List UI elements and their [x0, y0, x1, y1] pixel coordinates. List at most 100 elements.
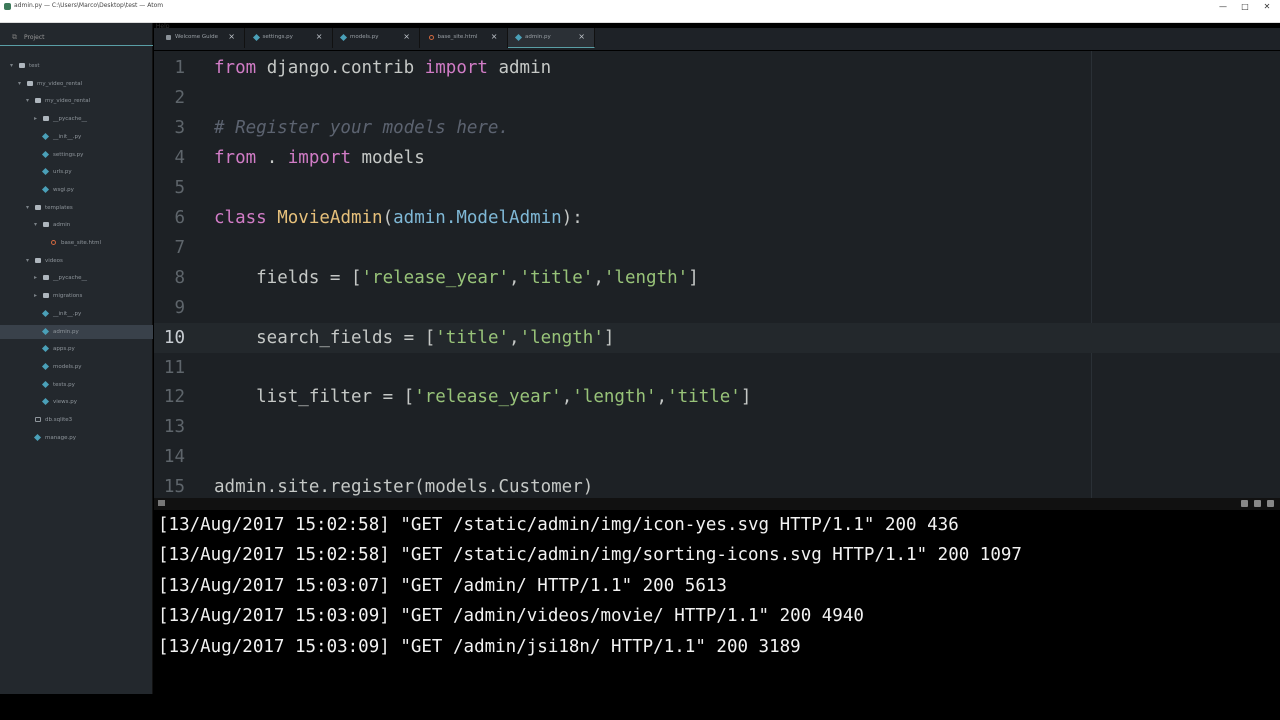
file-icon	[33, 433, 42, 441]
tree-item[interactable]: manage.py	[0, 431, 153, 445]
code-text: class MovieAdmin(admin.ModelAdmin):	[214, 208, 583, 228]
tab-label: settings.py	[262, 34, 293, 40]
tree-item[interactable]: ▾ my_video_rental	[0, 77, 153, 91]
tree-item[interactable]: ▾ templates	[0, 201, 153, 215]
code-token: admin	[487, 58, 552, 78]
code-token: ]	[603, 327, 615, 348]
code-token: 'release_year'	[361, 267, 510, 288]
folder-icon	[35, 204, 41, 210]
chevron-down-icon[interactable]: ▾	[26, 97, 29, 104]
tree-item[interactable]: apps.py	[0, 342, 153, 356]
tree-item-label: settings.py	[53, 151, 84, 158]
code-token: ,	[593, 267, 604, 288]
chevron-right-icon[interactable]: ▸	[34, 292, 37, 299]
chevron-down-icon[interactable]: ▾	[34, 221, 37, 228]
file-icon	[41, 398, 50, 406]
code-token: admin.site.register(models.Customer)	[214, 477, 594, 498]
chevron-down-icon[interactable]: ▾	[26, 204, 29, 211]
folder-icon	[43, 222, 49, 228]
tree-item[interactable]: models.py	[0, 360, 153, 374]
terminal-minimize-icon[interactable]	[1254, 500, 1261, 507]
tree-item[interactable]: __init__.py	[0, 130, 153, 144]
folder-icon	[27, 80, 33, 86]
line-number: 7	[174, 237, 185, 258]
tree-item[interactable]: base_site.html	[0, 236, 153, 250]
tree-item[interactable]: ▾ admin	[0, 218, 153, 232]
tree-item[interactable]: tests.py	[0, 378, 153, 392]
project-tab[interactable]: ⧉ Project	[0, 30, 153, 46]
code-token: 'title'	[667, 387, 741, 408]
code-token: # Register your models here.	[214, 117, 510, 138]
close-icon[interactable]: ×	[316, 32, 323, 41]
code-line: 14	[154, 442, 1280, 472]
code-token: from	[214, 147, 257, 168]
tree-item[interactable]: __init__.py	[0, 307, 153, 321]
code-token: import	[424, 58, 488, 78]
chevron-right-icon[interactable]: ▸	[34, 274, 37, 281]
tab-settings-py[interactable]: settings.py ×	[246, 28, 333, 48]
tab-base-site-html[interactable]: base_site.html ×	[421, 28, 508, 48]
code-token: 'release_year'	[414, 387, 562, 408]
close-icon[interactable]: ×	[228, 32, 235, 41]
tree-item[interactable]: views.py	[0, 395, 153, 409]
close-button[interactable]: ✕	[1256, 0, 1278, 13]
tree-item[interactable]: admin.py	[0, 324, 153, 339]
code-token: ,	[509, 267, 520, 288]
line-number: 4	[174, 147, 185, 168]
terminal-close-icon[interactable]	[1267, 500, 1274, 507]
tab-welcome-guide[interactable]: Welcome Guide ×	[158, 28, 245, 48]
maximize-button[interactable]: □	[1234, 0, 1256, 13]
chevron-right-icon[interactable]: ▸	[34, 115, 37, 122]
code-token: ,	[656, 387, 668, 408]
file-icon	[339, 33, 348, 42]
chevron-down-icon[interactable]: ▾	[26, 257, 29, 264]
tree-item[interactable]: ▾ videos	[0, 254, 153, 268]
project-icon: ⧉	[12, 33, 17, 41]
tree-item[interactable]: ▾ test	[0, 59, 153, 73]
tab-models-py[interactable]: models.py ×	[333, 28, 420, 48]
tree-item[interactable]: db.sqlite3	[0, 413, 153, 427]
tree-item[interactable]: ▸ migrations	[0, 289, 153, 303]
tree-item[interactable]: urls.py	[0, 165, 153, 179]
file-icon	[41, 362, 50, 370]
window-title-bar: admin.py — C:\Users\Marco\Desktop\test —…	[0, 0, 1280, 13]
code-token: 'length'	[572, 387, 657, 408]
file-icon	[41, 185, 50, 193]
code-token: ):	[561, 207, 583, 228]
tree-item-label: admin.py	[53, 328, 79, 335]
tab-label: base_site.html	[437, 34, 478, 40]
chevron-down-icon[interactable]: ▾	[18, 80, 21, 87]
terminal-panel[interactable]: [13/Aug/2017 15:02:58] "GET /static/admi…	[154, 510, 1280, 694]
file-icon	[41, 168, 50, 176]
code-line: 9	[154, 293, 1280, 323]
tab-admin-py[interactable]: admin.py ×	[508, 28, 595, 48]
terminal-handle-icon[interactable]	[158, 500, 165, 506]
tree-item[interactable]: wsgi.py	[0, 183, 153, 197]
line-number: 6	[174, 207, 185, 228]
tree-item[interactable]: ▸ __pycache__	[0, 112, 153, 126]
file-icon	[41, 132, 50, 140]
terminal-line: [13/Aug/2017 15:03:09] "GET /admin/jsi18…	[158, 636, 801, 657]
close-icon[interactable]: ×	[578, 32, 585, 41]
tree-item[interactable]: settings.py	[0, 148, 153, 162]
terminal-restore-icon[interactable]	[1241, 500, 1248, 507]
code-editor[interactable]: 1 from django.contrib import admin 2 3 # Reg…	[154, 51, 1280, 498]
menu-bar: FileEditViewSelectionFindPackagesHelp	[0, 13, 1280, 30]
folder-icon	[43, 116, 49, 122]
file-icon	[252, 33, 260, 42]
code-line: 3 # Register your models here.	[154, 113, 1280, 143]
code-line: 15 admin.site.register(models.Customer)	[154, 472, 1280, 498]
tree-item[interactable]: ▾ my_video_rental	[0, 94, 153, 108]
code-text: from . import models	[214, 148, 425, 168]
close-icon[interactable]: ×	[491, 32, 498, 41]
code-line: 4 from . import models	[154, 143, 1280, 173]
line-number: 10	[163, 327, 185, 348]
close-icon[interactable]: ×	[403, 32, 410, 41]
status-bar	[0, 694, 1280, 720]
tree-item[interactable]: ▸ __pycache__	[0, 271, 153, 285]
minimize-button[interactable]: —	[1212, 0, 1234, 13]
chevron-down-icon[interactable]: ▾	[10, 62, 13, 69]
project-tab-label: Project	[24, 34, 45, 41]
code-line: 6 class MovieAdmin(admin.ModelAdmin):	[154, 203, 1280, 233]
